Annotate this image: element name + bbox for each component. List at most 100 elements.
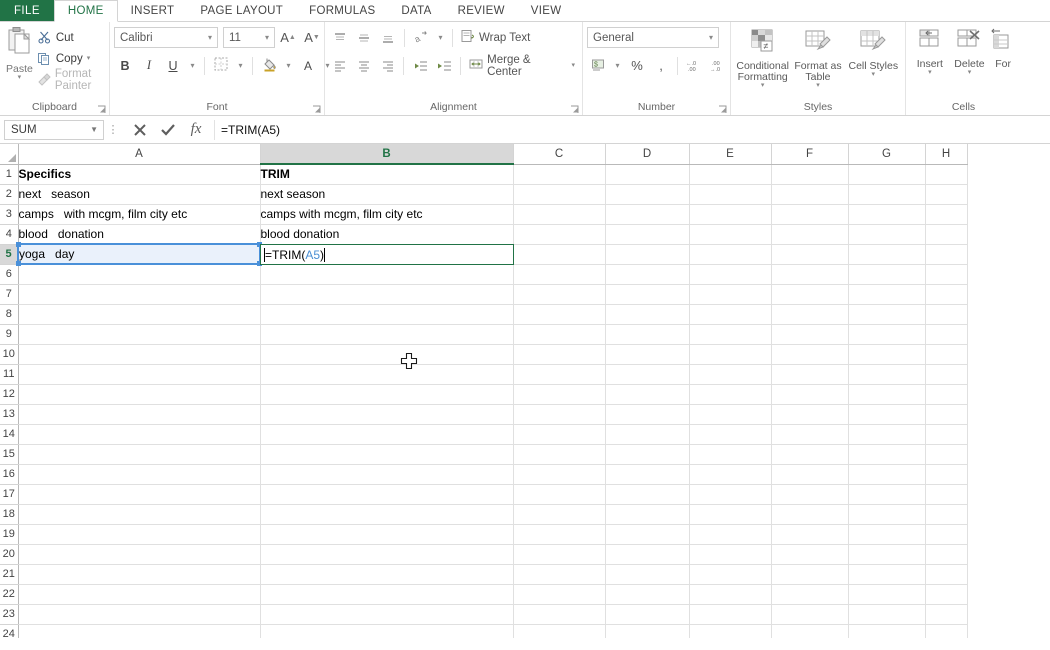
cell-B1[interactable]: TRIM — [260, 164, 513, 184]
column-header-B[interactable]: B — [260, 144, 513, 164]
insert-function-button[interactable]: fx — [188, 121, 204, 139]
cell-B14[interactable] — [260, 424, 513, 444]
cell-C19[interactable] — [513, 524, 605, 544]
format-as-table-button[interactable]: Format as Table ▾ — [790, 26, 845, 89]
borders-chevron-down-icon[interactable]: ▾ — [234, 55, 247, 77]
cell-A20[interactable] — [18, 544, 260, 564]
cell-E21[interactable] — [689, 564, 771, 584]
cell-D10[interactable] — [605, 344, 689, 364]
cell-E22[interactable] — [689, 584, 771, 604]
decrease-decimal-button[interactable]: .00→.0 — [707, 55, 729, 77]
row-header-15[interactable]: 15 — [0, 444, 18, 464]
column-header-A[interactable]: A — [18, 144, 260, 164]
cell-G23[interactable] — [848, 604, 925, 624]
ribbon-tab-insert[interactable]: INSERT — [118, 0, 188, 21]
increase-font-size-button[interactable]: A▲ — [277, 27, 299, 49]
cell-E20[interactable] — [689, 544, 771, 564]
cell-F9[interactable] — [771, 324, 848, 344]
accounting-chevron-down-icon[interactable]: ▾ — [611, 55, 624, 77]
row-header-22[interactable]: 22 — [0, 584, 18, 604]
cell-E19[interactable] — [689, 524, 771, 544]
row-header-6[interactable]: 6 — [0, 264, 18, 284]
number-format-combo[interactable]: General ▾ — [587, 27, 719, 48]
cell-G20[interactable] — [848, 544, 925, 564]
cell-D15[interactable] — [605, 444, 689, 464]
ribbon-tab-data[interactable]: DATA — [388, 0, 444, 21]
conditional-formatting-button[interactable]: ≠ Conditional Formatting ▾ — [735, 26, 790, 89]
row-header-9[interactable]: 9 — [0, 324, 18, 344]
cell-A11[interactable] — [18, 364, 260, 384]
name-box-chevron-down-icon[interactable]: ▼ — [85, 125, 103, 134]
cell-F20[interactable] — [771, 544, 848, 564]
cell-F19[interactable] — [771, 524, 848, 544]
cell-E5[interactable] — [689, 244, 771, 264]
cell-H19[interactable] — [925, 524, 967, 544]
cell-F3[interactable] — [771, 204, 848, 224]
cell-H24[interactable] — [925, 624, 967, 638]
decrease-font-size-button[interactable]: A▼ — [301, 27, 323, 49]
cell-F7[interactable] — [771, 284, 848, 304]
comma-style-button[interactable]: , — [650, 55, 672, 77]
cell-E9[interactable] — [689, 324, 771, 344]
cell-C12[interactable] — [513, 384, 605, 404]
cell-H11[interactable] — [925, 364, 967, 384]
cell-E23[interactable] — [689, 604, 771, 624]
number-dialog-launcher-icon[interactable] — [718, 105, 727, 114]
borders-button[interactable] — [210, 55, 232, 77]
cell-C24[interactable] — [513, 624, 605, 638]
paste-button[interactable]: Paste ▾ — [4, 25, 35, 81]
cell-G19[interactable] — [848, 524, 925, 544]
align-middle-button[interactable] — [353, 27, 375, 49]
row-header-7[interactable]: 7 — [0, 284, 18, 304]
row-header-21[interactable]: 21 — [0, 564, 18, 584]
cell-F16[interactable] — [771, 464, 848, 484]
cell-H5[interactable] — [925, 244, 967, 264]
cell-D13[interactable] — [605, 404, 689, 424]
cell-C6[interactable] — [513, 264, 605, 284]
row-header-23[interactable]: 23 — [0, 604, 18, 624]
row-header-16[interactable]: 16 — [0, 464, 18, 484]
cell-G8[interactable] — [848, 304, 925, 324]
cell-B7[interactable] — [260, 284, 513, 304]
font-dialog-launcher-icon[interactable] — [312, 105, 321, 114]
cell-B20[interactable] — [260, 544, 513, 564]
cell-H14[interactable] — [925, 424, 967, 444]
cell-C23[interactable] — [513, 604, 605, 624]
cell-E10[interactable] — [689, 344, 771, 364]
cell-G3[interactable] — [848, 204, 925, 224]
cell-G18[interactable] — [848, 504, 925, 524]
merge-and-center-button[interactable]: Merge & Center ▾ — [466, 55, 578, 77]
cell-H21[interactable] — [925, 564, 967, 584]
cell-A9[interactable] — [18, 324, 260, 344]
cell-editor-b5[interactable]: =TRIM( A5 ) — [260, 244, 514, 265]
cell-F1[interactable] — [771, 164, 848, 184]
copy-button[interactable]: Copy ▾ — [35, 48, 105, 69]
cell-C21[interactable] — [513, 564, 605, 584]
increase-decimal-button[interactable]: ←.0.00 — [683, 55, 705, 77]
font-name-combo[interactable]: Calibri ▾ — [114, 27, 218, 48]
cell-G16[interactable] — [848, 464, 925, 484]
cell-C7[interactable] — [513, 284, 605, 304]
cell-B19[interactable] — [260, 524, 513, 544]
orientation-button[interactable]: a — [410, 27, 432, 49]
cell-C10[interactable] — [513, 344, 605, 364]
ribbon-tab-file[interactable]: FILE — [0, 0, 54, 21]
cell-D7[interactable] — [605, 284, 689, 304]
cell-styles-chevron-down-icon[interactable]: ▾ — [872, 72, 876, 78]
cell-D24[interactable] — [605, 624, 689, 638]
cell-A15[interactable] — [18, 444, 260, 464]
formula-input[interactable]: =TRIM(A5) — [214, 120, 1048, 140]
row-header-19[interactable]: 19 — [0, 524, 18, 544]
row-header-5[interactable]: 5 — [0, 244, 18, 264]
cell-E4[interactable] — [689, 224, 771, 244]
font-name-chevron-down-icon[interactable]: ▾ — [205, 33, 215, 42]
cell-C5[interactable] — [513, 244, 605, 264]
name-box[interactable]: SUM ▼ — [4, 120, 104, 140]
cell-C18[interactable] — [513, 504, 605, 524]
cell-H8[interactable] — [925, 304, 967, 324]
cell-E14[interactable] — [689, 424, 771, 444]
cell-A7[interactable] — [18, 284, 260, 304]
cell-F4[interactable] — [771, 224, 848, 244]
cell-H4[interactable] — [925, 224, 967, 244]
cell-E17[interactable] — [689, 484, 771, 504]
